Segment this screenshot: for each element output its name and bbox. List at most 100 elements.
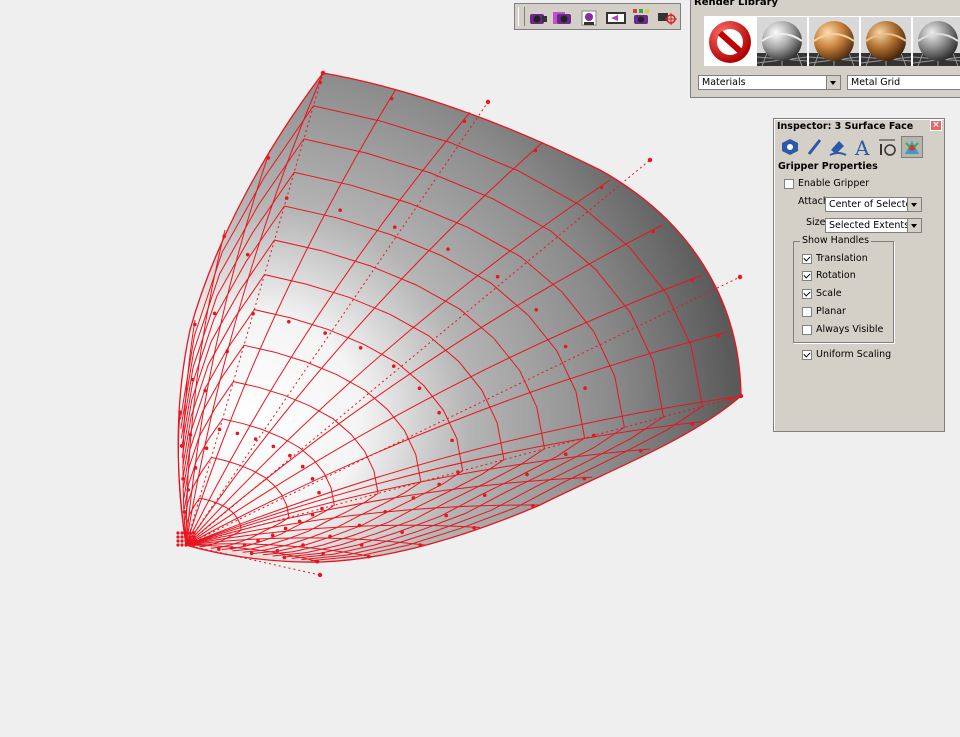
toolbar-grip[interactable] [518, 7, 525, 26]
size-dropdown[interactable]: Selected Extents [825, 218, 922, 233]
control-point[interactable] [728, 397, 732, 401]
chevron-down-icon[interactable] [907, 198, 921, 211]
chevron-down-icon[interactable] [826, 76, 840, 89]
render-frames-icon[interactable] [631, 8, 653, 27]
control-point[interactable] [358, 345, 363, 350]
control-point[interactable] [317, 572, 323, 578]
control-point[interactable] [525, 472, 529, 477]
control-point[interactable] [583, 386, 587, 390]
apex-control-point[interactable] [192, 535, 196, 539]
control-point[interactable] [563, 344, 568, 349]
control-point[interactable] [178, 410, 182, 415]
none-material-swatch[interactable] [705, 17, 755, 66]
control-point[interactable] [738, 393, 744, 399]
always-visible-checkbox[interactable] [802, 325, 812, 335]
control-point[interactable] [411, 496, 416, 500]
paint-icon[interactable] [827, 136, 849, 158]
control-point[interactable] [271, 444, 276, 449]
control-point[interactable] [204, 446, 209, 451]
control-point[interactable] [253, 437, 258, 441]
apex-control-point[interactable] [184, 531, 188, 535]
apex-control-point[interactable] [176, 539, 180, 543]
control-point[interactable] [417, 386, 422, 391]
control-point[interactable] [182, 510, 187, 514]
camera-target-icon[interactable] [656, 8, 678, 27]
control-point[interactable] [472, 526, 476, 530]
control-point[interactable] [450, 438, 454, 443]
camera-pose-icon[interactable] [578, 8, 600, 27]
apex-control-point[interactable] [188, 531, 192, 535]
apex-control-point[interactable] [192, 543, 196, 547]
control-point[interactable] [418, 543, 423, 547]
bronze-sphere-swatch[interactable] [860, 17, 912, 67]
control-point[interactable] [338, 208, 342, 213]
material-category-dropdown[interactable]: Materials [698, 75, 841, 90]
control-point[interactable] [647, 157, 653, 163]
control-point[interactable] [391, 364, 396, 368]
control-point[interactable] [275, 548, 280, 553]
control-point[interactable] [320, 506, 324, 511]
control-point[interactable] [193, 466, 198, 470]
steel-sphere-swatch[interactable] [912, 17, 960, 67]
control-point[interactable] [179, 443, 184, 448]
control-point[interactable] [564, 452, 568, 457]
control-point[interactable] [310, 512, 315, 517]
apex-control-point[interactable] [188, 539, 192, 543]
control-point[interactable] [225, 349, 229, 354]
apex-control-point[interactable] [192, 539, 196, 543]
control-point[interactable] [318, 80, 323, 85]
rotation-checkbox[interactable] [802, 271, 812, 281]
planar-checkbox[interactable] [802, 307, 812, 317]
control-point[interactable] [392, 225, 397, 229]
control-point[interactable] [592, 433, 596, 438]
control-point[interactable] [315, 559, 320, 564]
control-point[interactable] [235, 431, 240, 436]
control-point[interactable] [651, 229, 655, 234]
animation-frames-icon[interactable] [605, 8, 627, 27]
control-point[interactable] [400, 530, 404, 534]
control-point[interactable] [582, 476, 587, 481]
apex-control-point[interactable] [180, 543, 184, 547]
enable-gripper-checkbox[interactable] [784, 179, 794, 189]
control-point[interactable] [323, 331, 327, 335]
text-icon[interactable]: A [852, 136, 874, 160]
control-point[interactable] [229, 546, 234, 550]
control-point[interactable] [301, 543, 305, 547]
control-point[interactable] [383, 510, 387, 514]
control-point[interactable] [286, 320, 291, 324]
control-point[interactable] [462, 119, 467, 123]
control-point[interactable] [186, 488, 191, 492]
control-point[interactable] [534, 308, 539, 312]
gripper-icon[interactable] [901, 136, 923, 158]
control-point[interactable] [217, 547, 221, 551]
apex-control-point[interactable] [192, 531, 196, 535]
apex-control-point[interactable] [180, 531, 184, 535]
edit-icon[interactable] [804, 136, 826, 158]
apex-control-point[interactable] [188, 543, 192, 547]
apex-control-point[interactable] [180, 535, 184, 539]
control-point[interactable] [456, 470, 460, 474]
control-point[interactable] [357, 523, 362, 528]
control-point[interactable] [531, 504, 535, 508]
control-point[interactable] [317, 490, 321, 495]
control-point[interactable] [716, 333, 720, 338]
apex-control-point[interactable] [180, 539, 184, 543]
camera-settings-icon[interactable] [552, 8, 574, 27]
control-point[interactable] [212, 311, 217, 316]
control-point[interactable] [203, 388, 207, 393]
close-icon[interactable]: × [930, 120, 942, 131]
control-point[interactable] [188, 432, 193, 437]
copper-sphere-swatch[interactable] [808, 17, 860, 67]
control-point[interactable] [282, 555, 287, 560]
control-point[interactable] [389, 96, 394, 101]
control-point[interactable] [737, 274, 743, 280]
apex-control-point[interactable] [184, 539, 188, 543]
control-point[interactable] [690, 422, 695, 426]
control-point[interactable] [256, 538, 260, 543]
apex-control-point[interactable] [188, 535, 192, 539]
control-point[interactable] [300, 464, 305, 469]
control-point[interactable] [485, 99, 491, 105]
control-point[interactable] [242, 543, 247, 547]
uniform-scaling-checkbox[interactable] [802, 350, 812, 360]
material-select-dropdown[interactable]: Metal Grid [847, 75, 960, 90]
